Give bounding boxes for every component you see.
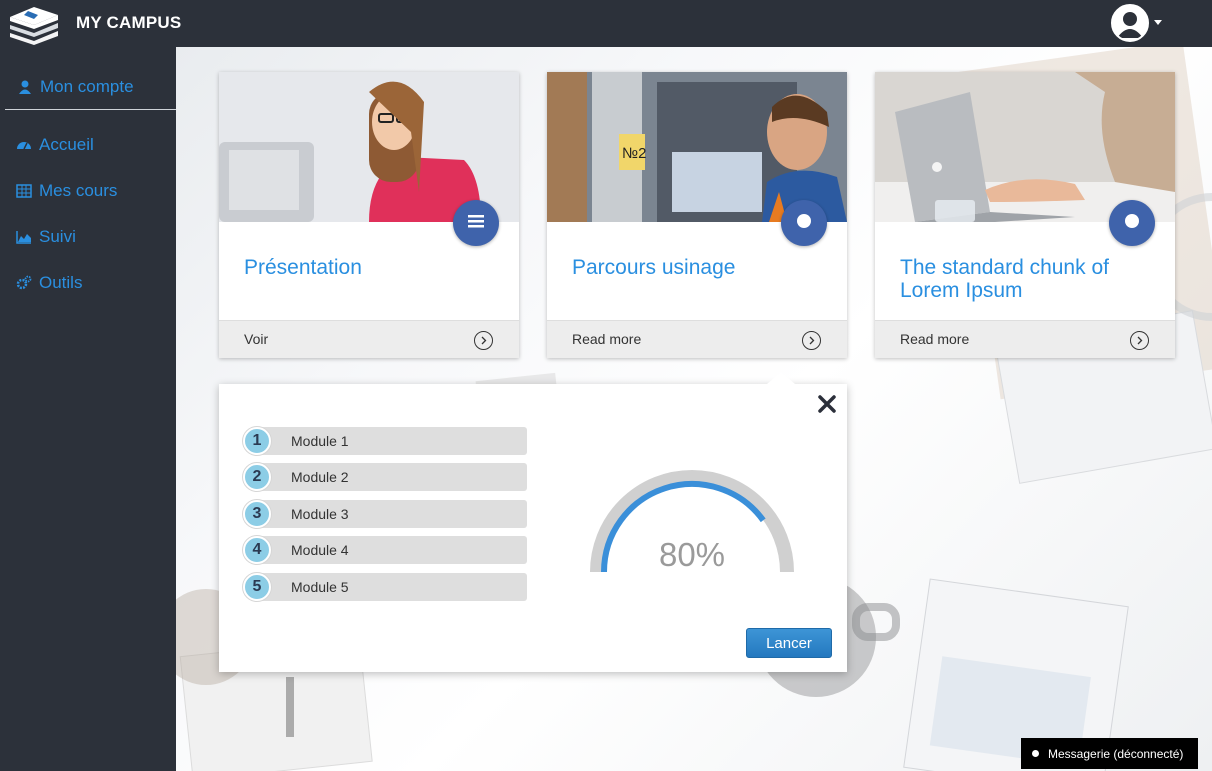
popover-arrow <box>767 372 795 384</box>
card-title[interactable]: Présentation <box>244 256 504 279</box>
app-title: MY CAMPUS <box>76 13 182 32</box>
card-link[interactable]: Read more <box>572 331 641 347</box>
card-status-badge[interactable] <box>1109 200 1155 246</box>
circle-icon <box>1124 213 1140 234</box>
module-item[interactable]: 2 Module 2 <box>243 463 527 491</box>
sidebar-item-accueil[interactable]: Accueil <box>16 135 94 155</box>
user-avatar-icon[interactable] <box>1111 4 1149 42</box>
module-number: 5 <box>243 573 271 601</box>
card-title[interactable]: Parcours usinage <box>572 256 832 279</box>
course-card-parcours-usinage[interactable]: №2 Parcours usinage Read more <box>547 72 847 358</box>
card-footer[interactable]: Voir <box>219 320 519 358</box>
sidebar-item-label: Mes cours <box>39 181 118 200</box>
card-menu-badge[interactable] <box>453 200 499 246</box>
menu-icon <box>468 214 484 233</box>
sidebar-item-mes-cours[interactable]: Mes cours <box>16 181 117 201</box>
dashboard-icon <box>16 137 32 153</box>
card-footer[interactable]: Read more <box>875 320 1175 358</box>
card-status-badge[interactable] <box>781 200 827 246</box>
course-card-lorem-ipsum[interactable]: The standard chunk of Lorem Ipsum Read m… <box>875 72 1175 358</box>
course-card-presentation[interactable]: Présentation Voir <box>219 72 519 358</box>
chevron-right-circle-icon[interactable] <box>1130 331 1149 350</box>
module-number: 1 <box>243 427 271 455</box>
chevron-right-circle-icon[interactable] <box>802 331 821 350</box>
chevron-right-circle-icon[interactable] <box>474 331 493 350</box>
user-icon <box>17 79 33 95</box>
module-label: Module 3 <box>291 506 349 522</box>
card-title[interactable]: The standard chunk of Lorem Ipsum <box>900 256 1160 302</box>
module-label: Module 5 <box>291 579 349 595</box>
progress-percentage: 80% <box>658 536 726 573</box>
cogs-icon <box>16 275 32 291</box>
sidebar: Mon compte Accueil Mes cours Suivi Outil… <box>0 47 176 771</box>
card-link[interactable]: Read more <box>900 331 969 347</box>
card-footer[interactable]: Read more <box>547 320 847 358</box>
module-item[interactable]: 4 Module 4 <box>243 536 527 564</box>
table-icon <box>16 183 32 199</box>
sidebar-item-suivi[interactable]: Suivi <box>16 227 76 247</box>
sidebar-item-label: Suivi <box>39 227 76 246</box>
launch-button[interactable]: Lancer <box>746 628 832 658</box>
status-dot-icon <box>1032 750 1039 757</box>
card-link[interactable]: Voir <box>244 331 268 347</box>
module-item[interactable]: 3 Module 3 <box>243 500 527 528</box>
module-label: Module 1 <box>291 433 349 449</box>
main-content: Présentation Voir №2 Parcours usinage Re… <box>176 47 1212 771</box>
books-logo-icon[interactable] <box>6 3 62 45</box>
close-icon[interactable] <box>816 393 838 415</box>
messaging-label: Messagerie (déconnecté) <box>1048 746 1184 761</box>
svg-text:№2: №2 <box>622 145 646 162</box>
module-number: 4 <box>243 536 271 564</box>
sidebar-item-label: Outils <box>39 273 83 292</box>
circle-icon <box>796 213 812 234</box>
module-label: Module 2 <box>291 469 349 485</box>
user-menu-caret-icon[interactable] <box>1154 20 1162 25</box>
sidebar-item-account[interactable]: Mon compte <box>5 65 176 110</box>
sidebar-account-label: Mon compte <box>40 77 134 96</box>
sidebar-item-label: Accueil <box>39 135 94 154</box>
module-number: 3 <box>243 500 271 528</box>
module-item[interactable]: 5 Module 5 <box>243 573 527 601</box>
course-details-popover: 1 Module 1 2 Module 2 3 Module 3 4 Modul… <box>219 372 847 672</box>
module-number: 2 <box>243 463 271 491</box>
top-bar: MY CAMPUS <box>0 0 1212 47</box>
module-label: Module 4 <box>291 542 349 558</box>
area-chart-icon <box>16 229 32 245</box>
module-item[interactable]: 1 Module 1 <box>243 427 527 455</box>
sidebar-item-outils[interactable]: Outils <box>16 273 82 293</box>
messaging-status-bar[interactable]: Messagerie (déconnecté) <box>1021 738 1198 769</box>
